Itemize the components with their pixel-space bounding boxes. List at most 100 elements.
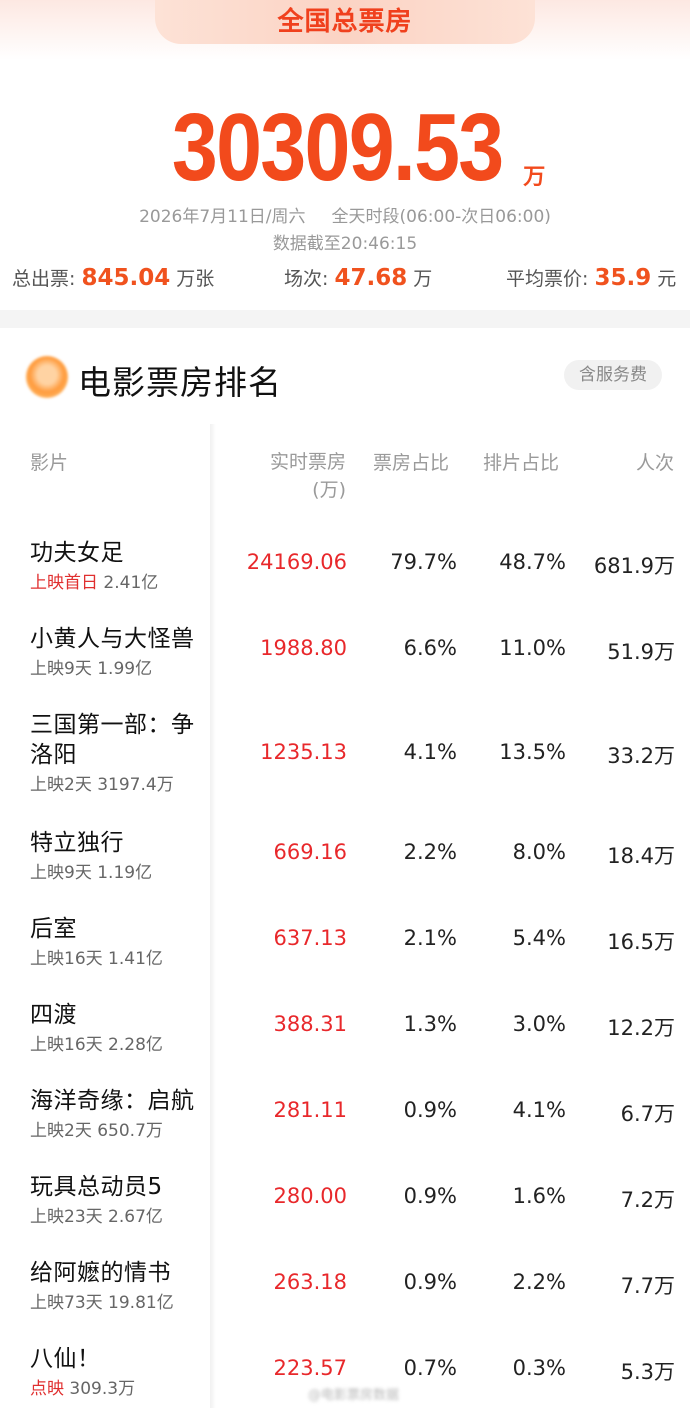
film-row[interactable]: 小黄人与大怪兽上映9天 1.99亿 1988.80 6.6% 11.0% 51.9万: [0, 596, 690, 679]
col-header-realtime-box-label: 实时票房: [269, 451, 346, 473]
film-release-tag: 上映首日: [30, 573, 98, 593]
col-header-attendance[interactable]: 人次: [636, 448, 674, 475]
film-name: 小黄人与大怪兽: [30, 626, 195, 652]
stat-avg-price-unit: 元: [657, 268, 677, 290]
film-name: 功夫女足: [30, 540, 124, 566]
film-release-info: 上映16天 2.28亿: [30, 1030, 163, 1055]
stat-avg-price-value: 35.9: [594, 265, 652, 291]
film-row[interactable]: 功夫女足 上映首日 2.41亿 24169.06 79.7% 48.7% 681.9万: [0, 510, 690, 593]
film-attendance: 6.7万: [620, 1102, 675, 1126]
stat-tickets: 总出票: 845.04 万张: [12, 264, 214, 291]
film-release-tag: 点映: [30, 1379, 64, 1399]
film-release-info: 上映9天 1.99亿: [30, 654, 152, 679]
film-realtime-box: 1235.13: [260, 740, 347, 764]
film-row[interactable]: 给阿嬷的情书 上映73天 19.81亿 263.18 0.9% 2.2% 7.7万: [0, 1230, 690, 1313]
film-realtime-box: 263.18: [273, 1270, 347, 1294]
film-name: 后室: [30, 916, 77, 942]
film-realtime-box: 637.13: [273, 926, 347, 950]
film-release-detail: 上映2天 650.7万: [30, 1121, 163, 1141]
film-show-share: 48.7%: [499, 550, 566, 574]
film-attendance: 12.2万: [607, 1016, 675, 1040]
film-attendance: 16.5万: [607, 930, 675, 954]
film-release-info: 上映首日 2.41亿: [30, 568, 158, 593]
film-release-detail: 上映9天 1.19亿: [30, 863, 153, 883]
film-attendance: 681.9万: [593, 554, 675, 578]
film-show-share: 5.4%: [512, 926, 566, 950]
film-box-share: 0.9%: [403, 1098, 457, 1122]
ranking-logo-icon: [26, 356, 68, 398]
stat-shows: 场次: 47.68 万: [284, 264, 432, 291]
total-box-office-value: 30309.53: [171, 94, 504, 201]
data-cutoff-time: 数据截至20:46:15: [272, 234, 418, 254]
film-realtime-box: 669.16: [273, 840, 347, 864]
stat-avg-price-label: 平均票价:: [506, 268, 589, 290]
film-release-info: 上映2天 3197.4万: [30, 770, 174, 795]
film-row[interactable]: 后室上映16天 1.41亿 637.13 2.1% 5.4% 16.5万: [0, 886, 690, 969]
film-release-info: 上映16天 1.41亿: [30, 944, 163, 969]
film-attendance: 5.3万: [620, 1360, 675, 1384]
film-realtime-box: 1988.80: [260, 636, 347, 660]
film-name: 四渡: [30, 1002, 77, 1028]
film-release-detail: 上映9天 1.99亿: [30, 659, 153, 679]
film-box-share: 4.1%: [403, 740, 457, 764]
film-release-detail: 上映16天 2.28亿: [30, 1035, 163, 1055]
stat-shows-value: 47.68: [334, 265, 408, 291]
stat-tickets-value: 845.04: [81, 265, 171, 291]
summary-stats: 总出票: 845.04 万张 场次: 47.68 万 平均票价: 35.9 元: [0, 264, 690, 298]
film-box-share: 1.3%: [403, 1012, 457, 1036]
film-release-detail: 上映16天 1.41亿: [30, 949, 163, 969]
date-text: 2026年7月11日/周六: [139, 207, 306, 227]
stat-avg-price: 平均票价: 35.9 元: [506, 264, 676, 291]
film-row[interactable]: 玩具总动员5 上映23天 2.67亿 280.00 0.9% 1.6% 7.2万: [0, 1144, 690, 1227]
film-release-detail: 上映23天 2.67亿: [30, 1207, 163, 1227]
service-fee-badge[interactable]: 含服务费: [564, 360, 662, 390]
film-box-share: 0.7%: [403, 1356, 457, 1380]
film-show-share: 13.5%: [499, 740, 566, 764]
film-attendance: 18.4万: [607, 844, 675, 868]
film-attendance: 33.2万: [607, 744, 675, 768]
film-realtime-box: 388.31: [273, 1012, 347, 1036]
watermark: @电影票房数据: [308, 1388, 400, 1403]
film-attendance: 7.2万: [620, 1188, 675, 1212]
film-attendance: 51.9万: [607, 640, 675, 664]
film-show-share: 0.3%: [512, 1356, 566, 1380]
col-header-film: 影片: [30, 452, 69, 474]
film-row[interactable]: 海洋奇缘：启航 上映2天 650.7万 281.11 0.9% 4.1% 6.7万: [0, 1058, 690, 1141]
date-line: 2026年7月11日/周六 全天时段(06:00-次日06:00): [0, 202, 690, 227]
film-box-share: 2.1%: [403, 926, 457, 950]
stat-shows-unit: 万: [413, 268, 433, 290]
film-show-share: 11.0%: [499, 636, 566, 660]
section-divider: [0, 310, 690, 328]
film-release-detail: 上映73天 19.81亿: [30, 1293, 174, 1313]
film-release-detail: 2.41亿: [103, 573, 159, 593]
film-realtime-box: 280.00: [273, 1184, 347, 1208]
total-box-office: 30309.53 万: [0, 98, 690, 198]
film-box-share: 79.7%: [390, 550, 457, 574]
film-row[interactable]: 三国第一部：争洛阳 上映2天 3197.4万 1235.13 4.1% 13.5% 33.…: [0, 682, 690, 795]
film-box-share: 2.2%: [403, 840, 457, 864]
film-show-share: 4.1%: [512, 1098, 566, 1122]
film-show-share: 2.2%: [512, 1270, 566, 1294]
film-name: 给阿嬷的情书: [30, 1260, 171, 1286]
film-row[interactable]: 特立独行 上映9天 1.19亿 669.16 2.2% 8.0% 18.4万: [0, 800, 690, 883]
film-release-detail: 309.3万: [69, 1379, 136, 1399]
col-header-realtime-box[interactable]: 实时票房 (万): [270, 448, 346, 504]
stat-tickets-unit: 万张: [176, 268, 215, 290]
film-name: 特立独行: [30, 830, 124, 856]
film-release-info: 上映73天 19.81亿: [30, 1288, 174, 1313]
film-name: 三国第一部：争洛阳: [30, 712, 195, 768]
film-show-share: 1.6%: [512, 1184, 566, 1208]
film-realtime-box: 281.11: [273, 1098, 347, 1122]
stat-shows-label: 场次:: [284, 268, 329, 290]
film-box-share: 6.6%: [403, 636, 457, 660]
col-header-show-share[interactable]: 排片占比: [483, 448, 559, 475]
film-realtime-box: 24169.06: [246, 550, 347, 574]
film-release-info: 上映23天 2.67亿: [30, 1202, 163, 1227]
tab-national-box-office[interactable]: 全国总票房: [155, 0, 535, 44]
film-release-info: 上映2天 650.7万: [30, 1116, 163, 1141]
col-header-box-share[interactable]: 票房占比: [373, 448, 449, 475]
film-box-share: 0.9%: [403, 1270, 457, 1294]
film-show-share: 3.0%: [512, 1012, 566, 1036]
ranking-header: 电影票房排名 含服务费: [0, 328, 690, 424]
film-row[interactable]: 四渡上映16天 2.28亿 388.31 1.3% 3.0% 12.2万: [0, 972, 690, 1055]
